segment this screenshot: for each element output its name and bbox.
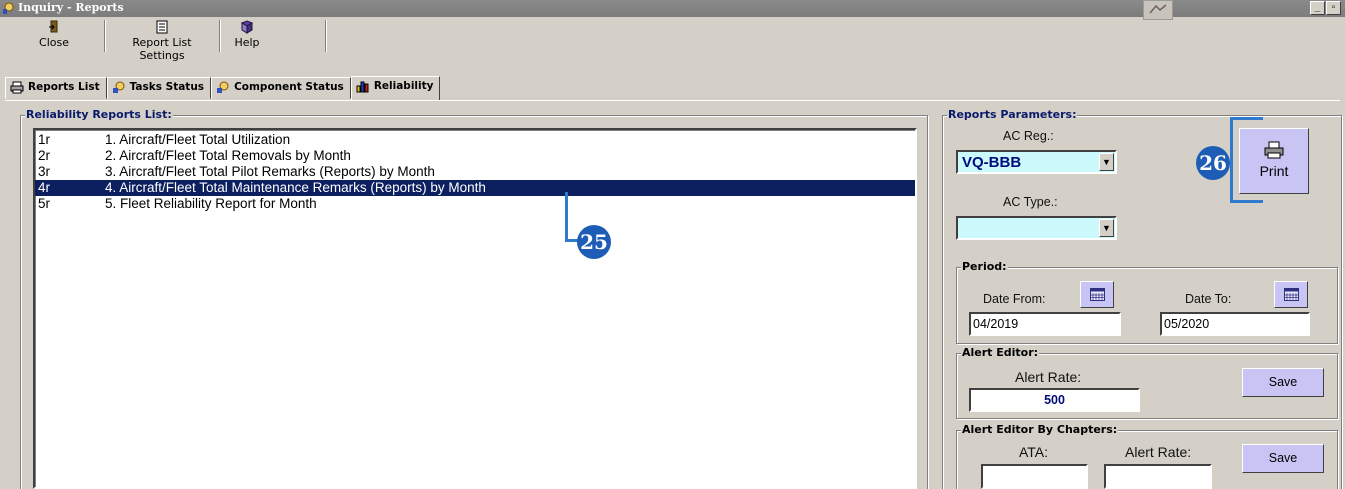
list-item[interactable]: 5r 5. Fleet Reliability Report for Month xyxy=(35,196,915,212)
tab-component-status-label: Component Status xyxy=(234,81,344,93)
list-settings-icon xyxy=(156,20,168,34)
title-bar: Inquiry - Reports _ ▫ xyxy=(0,0,1345,20)
chapter-rate-input[interactable] xyxy=(1104,464,1212,489)
list-item-selected[interactable]: 4r 4. Aircraft/Fleet Total Maintenance R… xyxy=(35,180,915,196)
ac-reg-combo[interactable]: VQ-BBB ▼ xyxy=(956,150,1117,174)
alert-rate-label: Alert Rate: xyxy=(1015,369,1082,385)
report-name: 5. Fleet Reliability Report for Month xyxy=(105,196,317,211)
ata-input[interactable] xyxy=(981,464,1088,489)
tab-tasks-status[interactable]: Tasks Status xyxy=(106,77,212,99)
date-to-input[interactable]: 05/2020 xyxy=(1160,312,1310,336)
chapter-save-button[interactable]: Save xyxy=(1242,444,1324,473)
reports-list-title: Reliability Reports List: xyxy=(25,108,173,121)
minimize-button[interactable]: _ xyxy=(1310,1,1325,15)
tab-reports-list[interactable]: Reports List xyxy=(5,77,107,99)
chart-icon xyxy=(356,81,369,93)
callout-line xyxy=(1230,200,1263,203)
callout-badge: 25 xyxy=(577,225,611,259)
report-name: 3. Aircraft/Fleet Total Pilot Remarks (R… xyxy=(105,164,435,179)
app-icon xyxy=(3,2,14,14)
ac-type-combo[interactable]: ▼ xyxy=(956,216,1117,240)
list-item[interactable]: 2r 2. Aircraft/Fleet Total Removals by M… xyxy=(35,148,915,164)
ac-reg-value: VQ-BBB xyxy=(962,154,1022,171)
close-button[interactable]: Close xyxy=(38,20,70,52)
status-icon xyxy=(217,81,229,93)
date-from-label: Date From: xyxy=(983,292,1046,306)
period-title: Period: xyxy=(961,260,1008,273)
ac-type-label: AC Type.: xyxy=(1003,195,1058,209)
calendar-icon xyxy=(1090,288,1105,301)
callout-badge: 26 xyxy=(1196,146,1230,180)
printer-icon xyxy=(10,81,24,94)
report-code: 4r xyxy=(38,180,51,195)
report-list-settings-button[interactable]: Report List Settings xyxy=(113,20,211,62)
date-from-input[interactable]: 04/2019 xyxy=(969,312,1121,336)
restore-button[interactable]: ▫ xyxy=(1326,1,1341,15)
report-code: 3r xyxy=(38,164,51,179)
chevron-down-icon[interactable]: ▼ xyxy=(1099,153,1114,171)
date-to-label: Date To: xyxy=(1185,292,1232,306)
report-code: 5r xyxy=(38,196,51,211)
door-exit-icon xyxy=(49,20,58,33)
print-button[interactable]: Print xyxy=(1239,128,1309,194)
report-code: 1r xyxy=(38,132,51,147)
tab-component-status[interactable]: Component Status xyxy=(211,77,351,99)
date-to-calendar-button[interactable] xyxy=(1274,281,1308,308)
tab-tasks-status-label: Tasks Status xyxy=(129,81,205,93)
list-item[interactable]: 1r 1. Aircraft/Fleet Total Utilization xyxy=(35,132,915,148)
tab-reports-list-label: Reports List xyxy=(28,81,100,93)
status-icon xyxy=(112,81,125,93)
printer-icon xyxy=(1264,141,1284,159)
date-from-calendar-button[interactable] xyxy=(1080,281,1114,308)
settings-label: Report List Settings xyxy=(132,36,192,62)
report-name: 4. Aircraft/Fleet Total Maintenance Rema… xyxy=(105,180,486,195)
toolbar: Close Report List Settings Help xyxy=(0,17,1345,67)
help-book-icon xyxy=(240,20,254,34)
list-item[interactable]: 3r 3. Aircraft/Fleet Total Pilot Remarks… xyxy=(35,164,915,180)
alert-chapters-title: Alert Editor By Chapters: xyxy=(961,423,1119,436)
print-label: Print xyxy=(1259,163,1289,179)
chapter-rate-label: Alert Rate: xyxy=(1125,444,1192,460)
close-label: Close xyxy=(39,36,69,49)
report-name: 1. Aircraft/Fleet Total Utilization xyxy=(105,132,291,147)
parameters-title: Reports Parameters: xyxy=(947,108,1078,121)
help-label: Help xyxy=(234,36,260,49)
alert-save-button[interactable]: Save xyxy=(1242,368,1324,397)
alert-editor-title: Alert Editor: xyxy=(961,346,1040,359)
tab-strip: Reports List Tasks Status Component Stat… xyxy=(5,76,441,100)
tab-reliability[interactable]: Reliability xyxy=(350,76,441,100)
callout-line xyxy=(565,192,568,242)
callout-line xyxy=(1230,117,1233,203)
help-button[interactable]: Help xyxy=(232,20,262,52)
calendar-icon xyxy=(1284,288,1299,301)
reports-listbox[interactable]: 1r 1. Aircraft/Fleet Total Utilization 2… xyxy=(33,128,917,489)
callout-line xyxy=(1230,117,1263,120)
tab-reliability-label: Reliability xyxy=(373,80,434,92)
ata-label: ATA: xyxy=(1019,444,1049,460)
alert-rate-input[interactable]: 500 xyxy=(969,388,1140,412)
chevron-down-icon[interactable]: ▼ xyxy=(1099,219,1114,237)
window-title: Inquiry - Reports xyxy=(18,1,124,14)
ac-reg-label: AC Reg.: xyxy=(1003,129,1054,143)
report-name: 2. Aircraft/Fleet Total Removals by Mont… xyxy=(105,148,351,163)
report-code: 2r xyxy=(38,148,51,163)
